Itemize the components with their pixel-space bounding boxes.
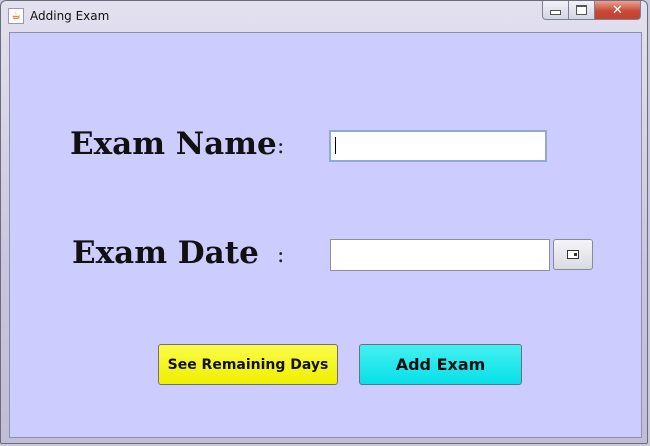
java-cup-icon: ☕ bbox=[8, 8, 24, 24]
close-button[interactable]: ✕ bbox=[595, 1, 641, 20]
minimize-icon bbox=[550, 10, 561, 15]
exam-name-colon: : bbox=[277, 134, 285, 159]
add-exam-button[interactable]: Add Exam bbox=[359, 344, 522, 385]
text-caret bbox=[335, 137, 336, 154]
exam-date-label: Exam Date bbox=[72, 235, 259, 271]
see-remaining-days-button[interactable]: See Remaining Days bbox=[158, 344, 338, 385]
exam-date-colon: : bbox=[277, 243, 285, 268]
app-window: ☕ Adding Exam ✕ Exam Name : Exam Date : bbox=[0, 0, 648, 444]
caption-buttons: ✕ bbox=[542, 1, 641, 21]
close-icon: ✕ bbox=[612, 2, 623, 18]
title-bar[interactable]: ☕ Adding Exam ✕ bbox=[1, 1, 647, 31]
exam-date-field[interactable] bbox=[330, 239, 550, 271]
maximize-icon bbox=[576, 5, 587, 15]
window-title: Adding Exam bbox=[30, 9, 110, 23]
calendar-icon bbox=[567, 250, 579, 259]
exam-name-label: Exam Name bbox=[70, 126, 277, 162]
date-picker-button[interactable] bbox=[553, 239, 593, 270]
exam-name-field[interactable] bbox=[329, 130, 547, 162]
maximize-button[interactable] bbox=[569, 1, 595, 20]
minimize-button[interactable] bbox=[542, 1, 569, 20]
form-panel: Exam Name : Exam Date : See Remaining Da… bbox=[9, 32, 642, 438]
